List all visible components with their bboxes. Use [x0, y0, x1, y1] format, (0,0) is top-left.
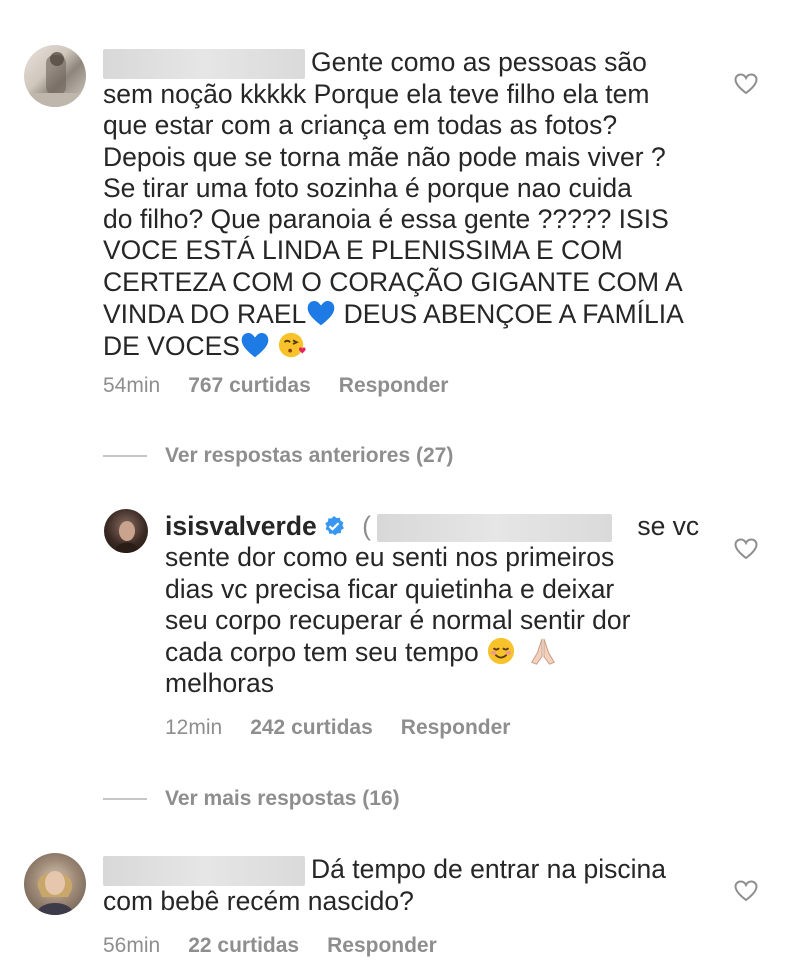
- likes-count[interactable]: 22 curtidas: [188, 934, 299, 957]
- timestamp: 12min: [165, 716, 223, 739]
- like-heart-icon[interactable]: [734, 538, 758, 560]
- avatar-photo-icon: [24, 52, 86, 107]
- blue-heart-icon: [241, 333, 269, 358]
- blurred-username[interactable]: [103, 49, 305, 79]
- timestamp: 54min: [103, 374, 161, 397]
- likes-count[interactable]: 242 curtidas: [250, 716, 373, 739]
- blurred-mention[interactable]: [376, 514, 612, 542]
- avatar-photo-icon: [36, 871, 74, 915]
- verified-badge-icon: [324, 516, 344, 536]
- timestamp: 56min: [103, 934, 161, 957]
- like-heart-icon[interactable]: [734, 73, 758, 95]
- view-more-replies[interactable]: Ver mais respostas (16): [103, 787, 400, 811]
- avatar[interactable]: [24, 853, 86, 915]
- comment-text: Gente como as pessoas são sem noção kkkk…: [103, 47, 684, 362]
- comment-meta: 12min 242 curtidas Responder: [165, 716, 510, 740]
- avatar-photo-icon: [114, 521, 140, 553]
- folded-hands-icon: [530, 638, 555, 665]
- view-previous-replies[interactable]: Ver respostas anteriores (27): [103, 444, 453, 468]
- avatar[interactable]: [104, 509, 148, 553]
- reply-button[interactable]: Responder: [327, 934, 437, 957]
- comment-meta: 54min 767 curtidas Responder: [103, 374, 448, 398]
- face-blowing-kiss-icon: [279, 333, 306, 358]
- thread-divider: [103, 455, 147, 458]
- username[interactable]: isisvalverde: [165, 511, 317, 541]
- blurred-username[interactable]: [103, 856, 305, 886]
- blue-heart-icon: [307, 301, 335, 326]
- thread-divider: [103, 798, 147, 801]
- comment-meta: 56min 22 curtidas Responder: [103, 934, 437, 958]
- likes-count[interactable]: 767 curtidas: [188, 374, 311, 397]
- comment-text: isisvalverde ( se vc sente dor como eu s…: [165, 511, 700, 699]
- like-heart-icon[interactable]: [734, 880, 758, 902]
- reply-button[interactable]: Responder: [339, 374, 449, 397]
- smiling-face-icon: [488, 638, 515, 665]
- reply-button[interactable]: Responder: [401, 716, 511, 739]
- comment-text: Dá tempo de entrar na piscina com bebê r…: [103, 854, 667, 916]
- avatar[interactable]: [24, 45, 86, 107]
- cut-off-header: [300, 0, 500, 4]
